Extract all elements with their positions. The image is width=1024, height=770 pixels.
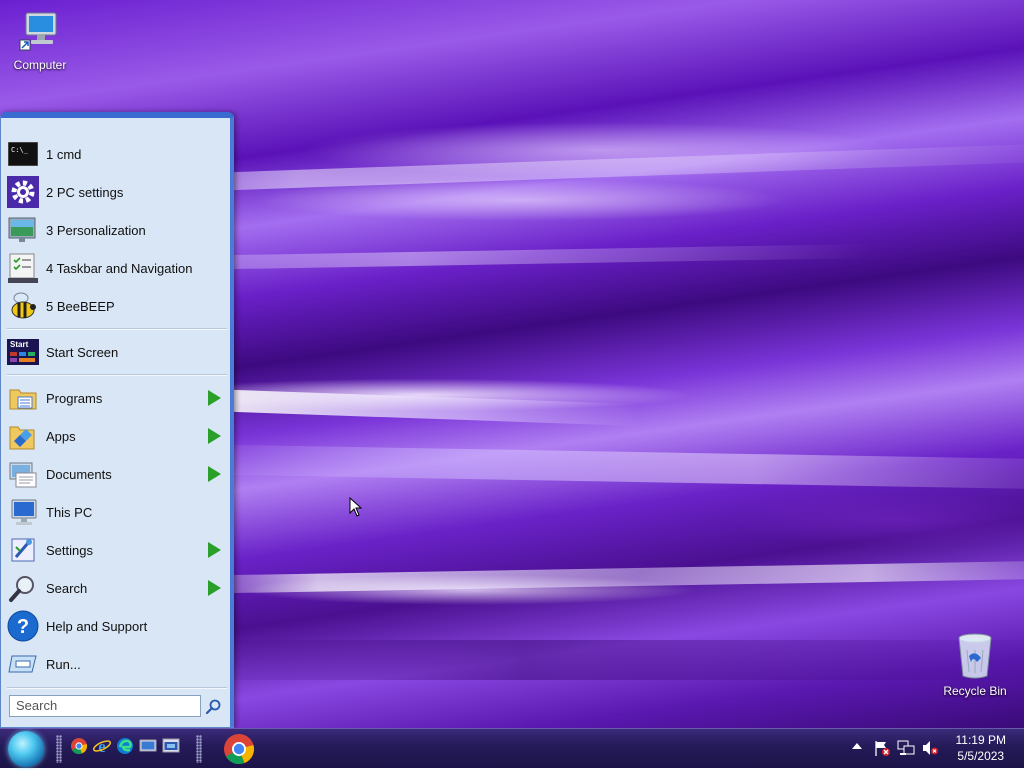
- taskbar-grip[interactable]: [196, 735, 202, 763]
- start-screen-icon-text: Start: [10, 340, 29, 349]
- start-menu: C:\_ 1 cmd 2 PC settings 3 Personalizati…: [0, 112, 234, 728]
- internet-explorer-icon[interactable]: e: [92, 737, 113, 757]
- start-item-this-pc[interactable]: This PC: [5, 494, 227, 530]
- apps-icon: [7, 420, 39, 452]
- start-item-label: Start Screen: [46, 344, 119, 360]
- start-item-label: Run...: [46, 656, 81, 672]
- clock-time: 11:19 PM: [955, 733, 1006, 747]
- computer-icon: [18, 10, 62, 54]
- cmd-icon: C:\_: [7, 138, 39, 170]
- computer-desktop-icon[interactable]: Computer: [2, 10, 78, 72]
- search-button-icon[interactable]: [205, 698, 223, 716]
- chrome-icon: [224, 734, 255, 765]
- submenu-arrow-icon: [208, 542, 221, 558]
- taskbar-running-chrome[interactable]: [222, 732, 258, 766]
- documents-icon: [7, 458, 39, 490]
- start-item-label: 1 cmd: [46, 146, 82, 162]
- help-icon: ?: [7, 610, 39, 642]
- start-screen-icon: Start: [7, 336, 39, 368]
- start-item-label: 3 Personalization: [46, 222, 146, 238]
- bee-icon: [7, 290, 39, 322]
- start-item-label: Help and Support: [46, 618, 148, 634]
- start-item-label: Documents: [46, 466, 112, 482]
- recycle-bin-desktop-icon[interactable]: Recycle Bin: [937, 632, 1013, 698]
- start-item-taskbar-navigation[interactable]: 4 Taskbar and Navigation: [5, 250, 227, 286]
- taskbar-icon: [7, 252, 39, 284]
- submenu-arrow-icon: [208, 580, 221, 596]
- start-item-start-screen[interactable]: Start Start Screen: [5, 334, 227, 370]
- settings-icon: [7, 534, 39, 566]
- network-window-icon[interactable]: [162, 737, 182, 757]
- submenu-arrow-icon: [208, 390, 221, 406]
- start-item-label: Search: [46, 580, 88, 596]
- start-button[interactable]: [8, 731, 44, 767]
- taskbar-grip[interactable]: [56, 735, 62, 763]
- recycle-bin-icon: [955, 632, 995, 680]
- svg-text:C:\_: C:\_: [11, 146, 29, 154]
- start-item-beebeep[interactable]: 5 BeeBEEP: [5, 288, 227, 324]
- personalization-icon: [7, 214, 39, 246]
- start-item-label: 2 PC settings: [46, 184, 124, 200]
- start-item-label: Apps: [46, 428, 76, 444]
- start-item-help-support[interactable]: ? Help and Support: [5, 608, 227, 644]
- gear-icon: [7, 176, 39, 208]
- computer-label: Computer: [13, 58, 67, 72]
- separator: [7, 687, 227, 689]
- start-item-search[interactable]: Search: [5, 570, 227, 606]
- edge-icon[interactable]: [116, 737, 136, 757]
- system-clock[interactable]: 11:19 PM 5/5/2023: [956, 732, 1006, 764]
- programs-folder-icon: [7, 382, 39, 414]
- start-search-input[interactable]: Search: [9, 695, 201, 717]
- submenu-arrow-icon: [208, 428, 221, 444]
- show-hidden-icons-icon[interactable]: [852, 743, 862, 749]
- mouse-cursor-icon: [349, 497, 363, 517]
- start-item-documents[interactable]: Documents: [5, 456, 227, 492]
- start-item-label: Settings: [46, 542, 93, 558]
- clock-date: 5/5/2023: [957, 749, 1005, 763]
- submenu-arrow-icon: [208, 466, 221, 482]
- this-pc-icon: [7, 496, 39, 528]
- start-item-run[interactable]: Run...: [5, 646, 227, 682]
- start-item-cmd[interactable]: C:\_ 1 cmd: [5, 136, 227, 172]
- search-icon: [7, 572, 39, 604]
- network-icon[interactable]: [897, 739, 917, 759]
- start-item-label: Programs: [46, 390, 103, 406]
- desktop-icon[interactable]: [139, 737, 159, 757]
- start-item-personalization[interactable]: 3 Personalization: [5, 212, 227, 248]
- separator: [7, 328, 227, 330]
- start-item-pc-settings[interactable]: 2 PC settings: [5, 174, 227, 210]
- start-item-programs[interactable]: Programs: [5, 380, 227, 416]
- svg-text:e: e: [98, 737, 106, 755]
- taskbar: e 11:19 PM 5/5/2023: [0, 728, 1024, 768]
- start-item-label: This PC: [46, 504, 93, 520]
- recycle-bin-label: Recycle Bin: [943, 684, 1007, 698]
- start-item-apps[interactable]: Apps: [5, 418, 227, 454]
- start-item-label: 4 Taskbar and Navigation: [46, 260, 193, 276]
- svg-text:?: ?: [17, 616, 29, 638]
- action-center-flag-icon[interactable]: [873, 739, 893, 759]
- start-item-settings[interactable]: Settings: [5, 532, 227, 568]
- run-icon: [7, 648, 39, 680]
- volume-muted-icon[interactable]: [921, 739, 941, 759]
- separator: [7, 374, 227, 376]
- start-item-label: 5 BeeBEEP: [46, 298, 115, 314]
- chrome-icon[interactable]: [70, 737, 90, 757]
